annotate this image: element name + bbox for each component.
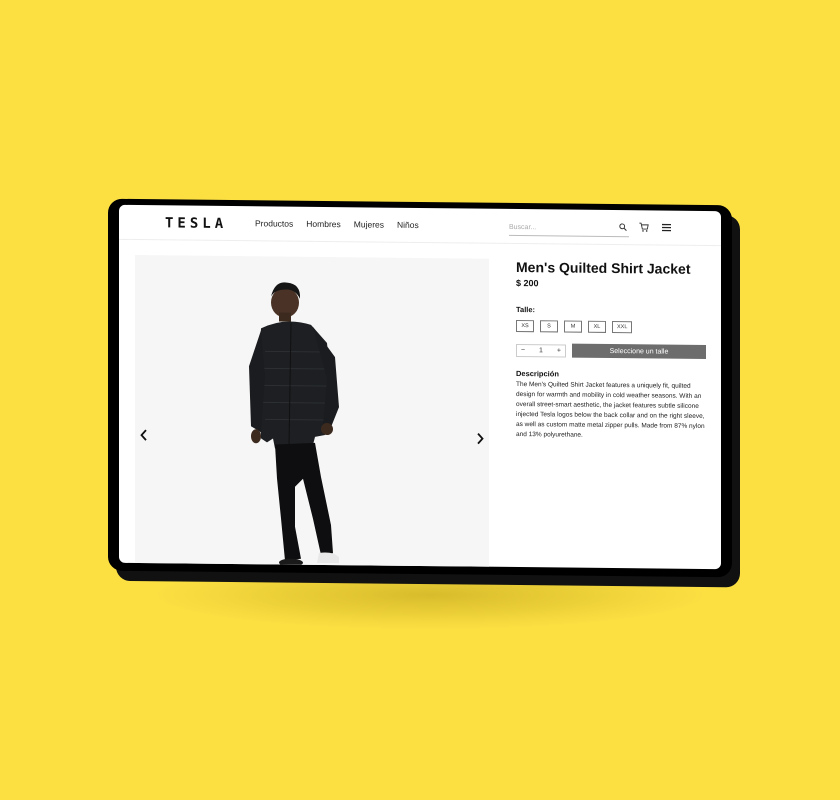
size-option-xl[interactable]: XL: [588, 320, 606, 333]
product-image-gallery: [135, 255, 489, 570]
product-title: Men's Quilted Shirt Jacket: [516, 259, 691, 277]
chevron-right-icon[interactable]: [475, 433, 485, 445]
cart-icon[interactable]: [639, 222, 649, 232]
tesla-logo[interactable]: TESLA: [165, 215, 227, 232]
size-selector: XS S M XL XXL: [516, 320, 706, 334]
navbar: TESLA Productos Hombres Mujeres Niños: [119, 204, 721, 247]
chevron-left-icon[interactable]: [139, 429, 149, 441]
product-price: $ 200: [516, 278, 539, 289]
tablet-frame: TESLA Productos Hombres Mujeres Niños Bu…: [108, 198, 732, 578]
nav-links: Productos Hombres Mujeres Niños: [255, 218, 419, 230]
size-option-m[interactable]: M: [564, 320, 582, 333]
nav-item-hombres[interactable]: Hombres: [306, 219, 340, 229]
quantity-increment-button[interactable]: +: [557, 347, 561, 354]
browser-screen: TESLA Productos Hombres Mujeres Niños Bu…: [119, 204, 721, 570]
product-details: Men's Quilted Shirt Jacket $ 200 Talle: …: [516, 259, 706, 442]
nav-item-mujeres[interactable]: Mujeres: [354, 219, 384, 229]
purchase-row: − 1 + Seleccione un talle: [516, 343, 706, 359]
menu-icon[interactable]: [662, 223, 671, 232]
product-photo: [249, 282, 339, 567]
nav-item-productos[interactable]: Productos: [255, 218, 293, 228]
size-option-s[interactable]: S: [540, 320, 558, 333]
nav-item-ninos[interactable]: Niños: [397, 220, 419, 230]
select-size-button[interactable]: Seleccione un talle: [572, 343, 706, 359]
size-option-xs[interactable]: XS: [516, 320, 534, 333]
search-bar: [509, 218, 629, 238]
search-input[interactable]: [509, 223, 609, 232]
description-label: Descripción: [516, 369, 559, 379]
quantity-value: 1: [539, 346, 543, 354]
size-option-xxl[interactable]: XXL: [612, 321, 633, 334]
search-icon[interactable]: [619, 223, 627, 231]
size-label: Talle:: [516, 305, 536, 315]
quantity-decrement-button[interactable]: −: [521, 347, 525, 354]
product-description: The Men's Quilted Shirt Jacket features …: [516, 381, 705, 439]
quantity-stepper: − 1 +: [516, 343, 566, 358]
